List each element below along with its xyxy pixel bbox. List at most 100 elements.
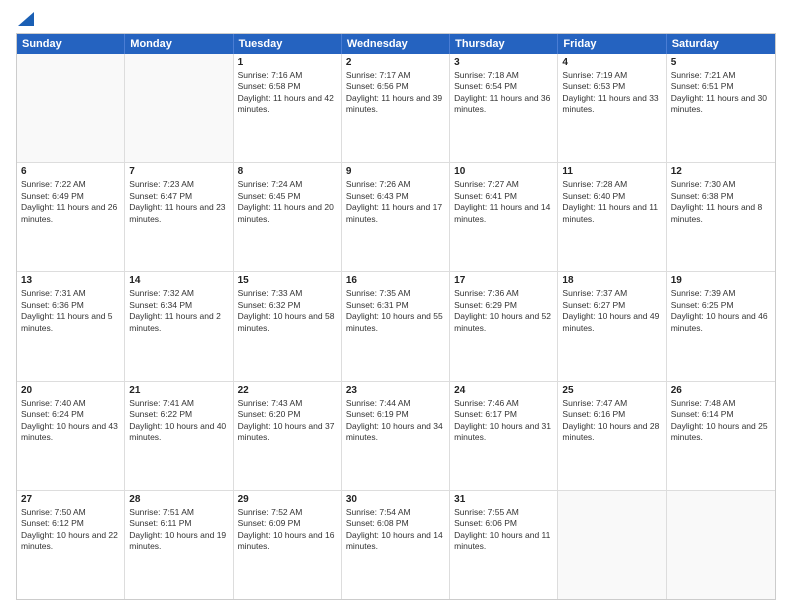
calendar-cell — [17, 54, 125, 162]
cell-text: Sunrise: 7:26 AM Sunset: 6:43 PM Dayligh… — [346, 179, 445, 225]
header-day-wednesday: Wednesday — [342, 34, 450, 54]
calendar-cell: 6 Sunrise: 7:22 AM Sunset: 6:49 PM Daylig… — [17, 163, 125, 271]
header-day-thursday: Thursday — [450, 34, 558, 54]
calendar-cell: 5 Sunrise: 7:21 AM Sunset: 6:51 PM Daylig… — [667, 54, 775, 162]
header-day-monday: Monday — [125, 34, 233, 54]
calendar-cell: 18 Sunrise: 7:37 AM Sunset: 6:27 PM Dayli… — [558, 272, 666, 380]
day-number: 29 — [238, 494, 337, 505]
cell-text: Sunrise: 7:41 AM Sunset: 6:22 PM Dayligh… — [129, 398, 228, 444]
day-number: 5 — [671, 57, 771, 68]
cell-text: Sunrise: 7:23 AM Sunset: 6:47 PM Dayligh… — [129, 179, 228, 225]
calendar-cell: 19 Sunrise: 7:39 AM Sunset: 6:25 PM Dayli… — [667, 272, 775, 380]
cell-text: Sunrise: 7:40 AM Sunset: 6:24 PM Dayligh… — [21, 398, 120, 444]
day-number: 9 — [346, 166, 445, 177]
cell-text: Sunrise: 7:28 AM Sunset: 6:40 PM Dayligh… — [562, 179, 661, 225]
calendar-cell: 17 Sunrise: 7:36 AM Sunset: 6:29 PM Dayli… — [450, 272, 558, 380]
calendar-cell: 21 Sunrise: 7:41 AM Sunset: 6:22 PM Dayli… — [125, 382, 233, 490]
cell-text: Sunrise: 7:48 AM Sunset: 6:14 PM Dayligh… — [671, 398, 771, 444]
cell-text: Sunrise: 7:50 AM Sunset: 6:12 PM Dayligh… — [21, 507, 120, 553]
calendar-cell — [558, 491, 666, 599]
calendar-cell: 10 Sunrise: 7:27 AM Sunset: 6:41 PM Dayli… — [450, 163, 558, 271]
day-number: 23 — [346, 385, 445, 396]
day-number: 17 — [454, 275, 553, 286]
cell-text: Sunrise: 7:37 AM Sunset: 6:27 PM Dayligh… — [562, 288, 661, 334]
day-number: 2 — [346, 57, 445, 68]
day-number: 20 — [21, 385, 120, 396]
cell-text: Sunrise: 7:36 AM Sunset: 6:29 PM Dayligh… — [454, 288, 553, 334]
cell-text: Sunrise: 7:30 AM Sunset: 6:38 PM Dayligh… — [671, 179, 771, 225]
day-number: 31 — [454, 494, 553, 505]
day-number: 21 — [129, 385, 228, 396]
cell-text: Sunrise: 7:51 AM Sunset: 6:11 PM Dayligh… — [129, 507, 228, 553]
day-number: 13 — [21, 275, 120, 286]
cell-text: Sunrise: 7:32 AM Sunset: 6:34 PM Dayligh… — [129, 288, 228, 334]
calendar: SundayMondayTuesdayWednesdayThursdayFrid… — [16, 33, 776, 600]
calendar-row-5: 27 Sunrise: 7:50 AM Sunset: 6:12 PM Dayli… — [17, 491, 775, 599]
day-number: 27 — [21, 494, 120, 505]
calendar-cell — [667, 491, 775, 599]
day-number: 14 — [129, 275, 228, 286]
day-number: 19 — [671, 275, 771, 286]
calendar-cell: 31 Sunrise: 7:55 AM Sunset: 6:06 PM Dayli… — [450, 491, 558, 599]
calendar-cell: 30 Sunrise: 7:54 AM Sunset: 6:08 PM Dayli… — [342, 491, 450, 599]
cell-text: Sunrise: 7:39 AM Sunset: 6:25 PM Dayligh… — [671, 288, 771, 334]
header-day-sunday: Sunday — [17, 34, 125, 54]
cell-text: Sunrise: 7:33 AM Sunset: 6:32 PM Dayligh… — [238, 288, 337, 334]
calendar-row-4: 20 Sunrise: 7:40 AM Sunset: 6:24 PM Dayli… — [17, 382, 775, 491]
calendar-cell: 2Sunrise: 7:17 AM Sunset: 6:56 PM Daylig… — [342, 54, 450, 162]
day-number: 24 — [454, 385, 553, 396]
calendar-cell: 22 Sunrise: 7:43 AM Sunset: 6:20 PM Dayli… — [234, 382, 342, 490]
header-day-tuesday: Tuesday — [234, 34, 342, 54]
cell-text: Sunrise: 7:18 AM Sunset: 6:54 PM Dayligh… — [454, 70, 553, 116]
calendar-cell: 23 Sunrise: 7:44 AM Sunset: 6:19 PM Dayli… — [342, 382, 450, 490]
calendar-cell — [125, 54, 233, 162]
cell-text: Sunrise: 7:46 AM Sunset: 6:17 PM Dayligh… — [454, 398, 553, 444]
day-number: 4 — [562, 57, 661, 68]
day-number: 30 — [346, 494, 445, 505]
logo — [16, 12, 34, 27]
calendar-cell: 27 Sunrise: 7:50 AM Sunset: 6:12 PM Dayli… — [17, 491, 125, 599]
day-number: 1 — [238, 57, 337, 68]
cell-text: Sunrise: 7:27 AM Sunset: 6:41 PM Dayligh… — [454, 179, 553, 225]
calendar-body: 1Sunrise: 7:16 AM Sunset: 6:58 PM Daylig… — [17, 54, 775, 599]
day-number: 15 — [238, 275, 337, 286]
day-number: 25 — [562, 385, 661, 396]
day-number: 11 — [562, 166, 661, 177]
calendar-cell: 25 Sunrise: 7:47 AM Sunset: 6:16 PM Dayli… — [558, 382, 666, 490]
calendar-row-3: 13 Sunrise: 7:31 AM Sunset: 6:36 PM Dayli… — [17, 272, 775, 381]
calendar-cell: 14 Sunrise: 7:32 AM Sunset: 6:34 PM Dayli… — [125, 272, 233, 380]
day-number: 6 — [21, 166, 120, 177]
day-number: 18 — [562, 275, 661, 286]
calendar-cell: 15 Sunrise: 7:33 AM Sunset: 6:32 PM Dayli… — [234, 272, 342, 380]
header-day-friday: Friday — [558, 34, 666, 54]
cell-text: Sunrise: 7:19 AM Sunset: 6:53 PM Dayligh… — [562, 70, 661, 116]
cell-text: Sunrise: 7:43 AM Sunset: 6:20 PM Dayligh… — [238, 398, 337, 444]
cell-text: Sunrise: 7:35 AM Sunset: 6:31 PM Dayligh… — [346, 288, 445, 334]
day-number: 28 — [129, 494, 228, 505]
calendar-cell: 20 Sunrise: 7:40 AM Sunset: 6:24 PM Dayli… — [17, 382, 125, 490]
cell-text: Sunrise: 7:21 AM Sunset: 6:51 PM Dayligh… — [671, 70, 771, 116]
calendar-cell: 28 Sunrise: 7:51 AM Sunset: 6:11 PM Dayli… — [125, 491, 233, 599]
header — [16, 12, 776, 27]
calendar-header: SundayMondayTuesdayWednesdayThursdayFrid… — [17, 34, 775, 54]
cell-text: Sunrise: 7:22 AM Sunset: 6:49 PM Dayligh… — [21, 179, 120, 225]
calendar-cell: 8Sunrise: 7:24 AM Sunset: 6:45 PM Daylig… — [234, 163, 342, 271]
cell-text: Sunrise: 7:47 AM Sunset: 6:16 PM Dayligh… — [562, 398, 661, 444]
logo-triangle-icon — [18, 12, 34, 31]
calendar-cell: 16 Sunrise: 7:35 AM Sunset: 6:31 PM Dayli… — [342, 272, 450, 380]
day-number: 3 — [454, 57, 553, 68]
cell-text: Sunrise: 7:44 AM Sunset: 6:19 PM Dayligh… — [346, 398, 445, 444]
cell-text: Sunrise: 7:31 AM Sunset: 6:36 PM Dayligh… — [21, 288, 120, 334]
cell-text: Sunrise: 7:55 AM Sunset: 6:06 PM Dayligh… — [454, 507, 553, 553]
header-day-saturday: Saturday — [667, 34, 775, 54]
calendar-cell: 26 Sunrise: 7:48 AM Sunset: 6:14 PM Dayli… — [667, 382, 775, 490]
day-number: 16 — [346, 275, 445, 286]
day-number: 10 — [454, 166, 553, 177]
day-number: 22 — [238, 385, 337, 396]
cell-text: Sunrise: 7:54 AM Sunset: 6:08 PM Dayligh… — [346, 507, 445, 553]
calendar-cell: 13 Sunrise: 7:31 AM Sunset: 6:36 PM Dayli… — [17, 272, 125, 380]
calendar-cell: 11 Sunrise: 7:28 AM Sunset: 6:40 PM Dayli… — [558, 163, 666, 271]
calendar-cell: 24 Sunrise: 7:46 AM Sunset: 6:17 PM Dayli… — [450, 382, 558, 490]
day-number: 26 — [671, 385, 771, 396]
day-number: 12 — [671, 166, 771, 177]
